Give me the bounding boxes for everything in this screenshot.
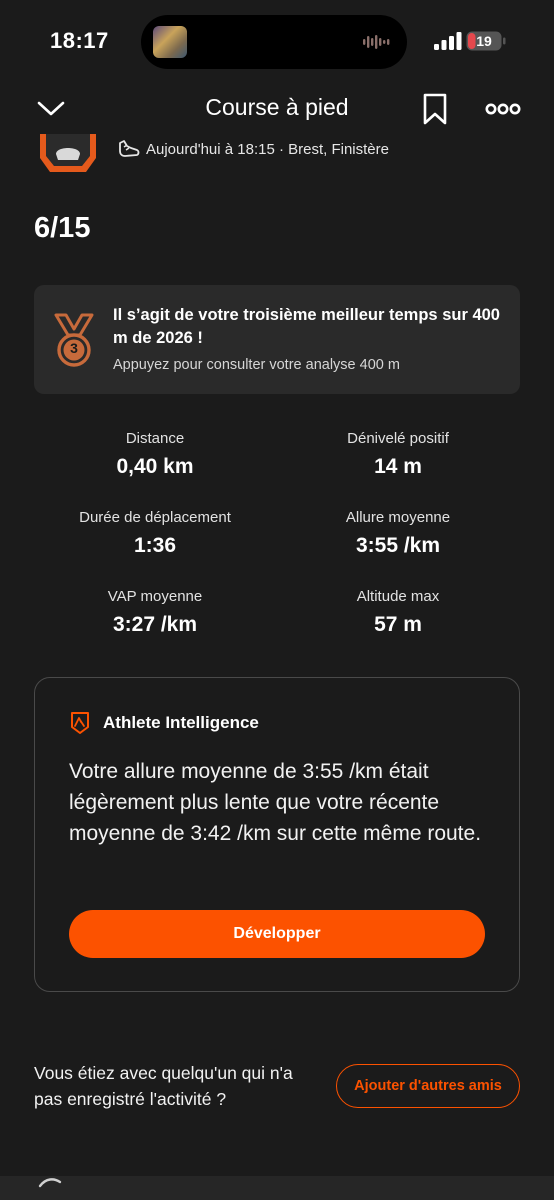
best-effort-title: Il s’agit de votre troisième meilleur te… (113, 306, 500, 347)
stat-average-pace: Allure moyenne 3:55 /km (277, 509, 519, 558)
top-navigation: Course à pied (0, 84, 554, 134)
stat-max-altitude: Altitude max 57 m (277, 588, 519, 637)
stat-value: 14 m (374, 455, 422, 478)
partial-icon (38, 1178, 62, 1188)
stat-label: Dénivelé positif (347, 430, 449, 447)
dynamic-island[interactable] (141, 15, 407, 69)
athlete-intelligence-title: Athlete Intelligence (103, 713, 259, 732)
activity-meta: Aujourd'hui à 18:15 · Brest, Finistère (118, 137, 389, 161)
expand-button[interactable]: Développer (69, 910, 485, 958)
stat-label: Allure moyenne (345, 509, 451, 526)
battery-level: 19 (476, 33, 492, 49)
medal-number: 3 (70, 340, 78, 356)
next-section-peek (0, 1176, 554, 1200)
athlete-intelligence-icon (71, 712, 89, 734)
stat-value: 57 m (374, 613, 422, 636)
page-title: Course à pied (205, 94, 349, 120)
stat-moving-time: Durée de déplacement 1:36 (34, 509, 276, 558)
status-time: 18:17 (50, 28, 109, 53)
athlete-intelligence-header: Athlete Intelligence (69, 712, 259, 734)
segment-rank: 6/15 (34, 212, 91, 244)
stat-label: VAP moyenne (107, 588, 203, 605)
best-effort-subtitle: Appuyez pour consulter votre analyse 400… (113, 357, 400, 373)
best-effort-card[interactable]: 3 Il s’agit de votre troisième meilleur … (34, 285, 520, 394)
stat-label: Altitude max (356, 588, 440, 605)
battery-icon: 19 (466, 31, 506, 51)
activity-date-location: Aujourd'hui à 18:15 · Brest, Finistère (146, 140, 389, 158)
athlete-intelligence-card: Athlete Intelligence Votre allure moyenn… (34, 677, 520, 992)
stat-value: 3:55 /km (355, 534, 441, 557)
athlete-intelligence-text: Votre allure moyenne de 3:55 /km était l… (69, 760, 482, 845)
stat-gap-pace: VAP moyenne 3:27 /km (34, 588, 276, 637)
athlete-avatar-badge[interactable] (38, 134, 98, 174)
add-friends-button[interactable]: Ajouter d'autres amis (336, 1064, 520, 1108)
more-button[interactable] (484, 90, 522, 128)
stat-label: Durée de déplacement (79, 509, 231, 526)
signal-icon (434, 32, 462, 50)
now-playing-thumbnail[interactable] (153, 26, 187, 58)
shoe-icon (119, 140, 140, 157)
status-bar: 18:17 19 (0, 0, 554, 84)
audio-wave-icon (363, 35, 390, 49)
activity-screen: 18:17 19 Course à pied Aujourd'hui à 18:… (0, 0, 554, 1200)
stat-value: 3:27 /km (112, 613, 198, 636)
bookmark-button[interactable] (416, 90, 454, 128)
more-icon (485, 103, 521, 115)
avatar-badge-icon (40, 134, 96, 172)
stat-value: 1:36 (133, 534, 177, 557)
stat-label: Distance (125, 430, 185, 447)
bookmark-icon (423, 93, 447, 125)
add-friends-prompt: Vous étiez avec quelqu'un qui n'a pas en… (34, 1063, 293, 1109)
stat-elevation-gain: Dénivelé positif 14 m (277, 430, 519, 479)
stat-distance: Distance 0,40 km (34, 430, 276, 479)
stat-value: 0,40 km (116, 455, 194, 478)
